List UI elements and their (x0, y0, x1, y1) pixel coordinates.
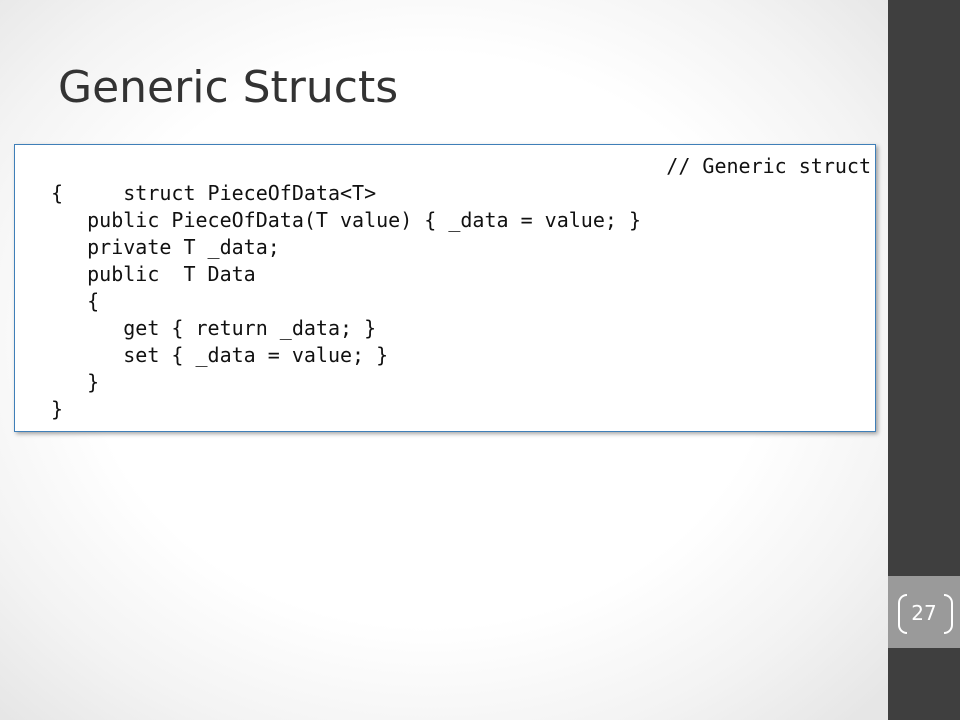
slide-title: Generic Structs (58, 62, 399, 113)
code-line: } (51, 397, 64, 421)
code-line: public PieceOfData(T value) { _data = va… (51, 208, 642, 232)
code-line: public T Data (51, 262, 256, 286)
code-line: get { return _data; } (51, 316, 377, 340)
code-comment: // Generic struct (666, 154, 871, 178)
code-block: struct PieceOfData<T> // Generic struct … (51, 153, 871, 423)
code-line: { (51, 289, 100, 313)
code-line: } (51, 370, 100, 394)
code-line: private T _data; (51, 235, 280, 259)
code-line: struct PieceOfData<T> // Generic struct (51, 153, 871, 205)
page-number: 27 (911, 601, 937, 625)
code-line: { (51, 181, 64, 205)
code-line: set { _data = value; } (51, 343, 389, 367)
code-panel: struct PieceOfData<T> // Generic struct … (14, 144, 876, 432)
